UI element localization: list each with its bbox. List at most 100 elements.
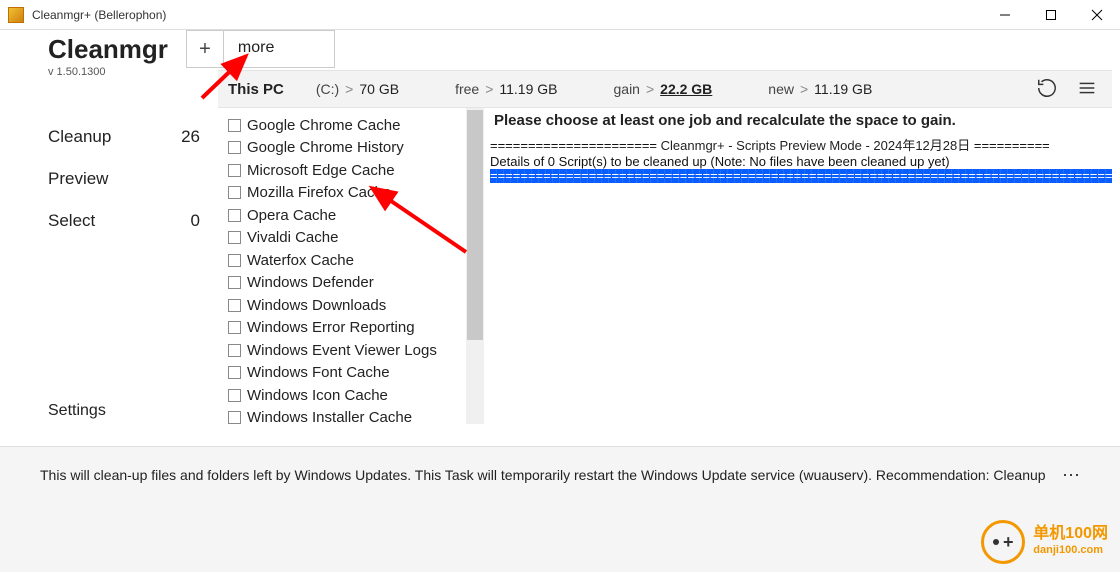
job-checkbox[interactable] <box>228 141 241 154</box>
job-label: Waterfox Cache <box>247 252 354 269</box>
window-controls <box>982 0 1120 30</box>
nav-select-count: 0 <box>191 211 200 231</box>
job-list[interactable]: Google Chrome Cache Google Chrome History… <box>218 108 480 424</box>
watermark-line2: danji100.com <box>1033 542 1108 558</box>
nav-cleanup-label: Cleanup <box>48 127 111 147</box>
arrow-gt-icon: > <box>485 81 493 97</box>
stat-drive: (C:) > 70 GB <box>316 81 399 97</box>
nav-preview[interactable]: Preview <box>48 158 218 200</box>
job-row[interactable]: Microsoft Edge Cache <box>228 159 476 182</box>
arrow-gt-icon: > <box>345 81 353 97</box>
job-label: Microsoft Edge Cache <box>247 162 395 179</box>
job-checkbox[interactable] <box>228 321 241 334</box>
job-row[interactable]: Windows Font Cache <box>228 362 476 385</box>
header-row: Cleanmgr + more <box>0 30 1120 70</box>
job-checkbox[interactable] <box>228 344 241 357</box>
left-nav: Cleanup 26 Preview Select 0 <box>0 108 218 242</box>
job-row[interactable]: Vivaldi Cache <box>228 227 476 250</box>
bottom-help-bar: This will clean-up files and folders lef… <box>0 446 1120 572</box>
arrow-gt-icon: > <box>646 81 654 97</box>
watermark: + 单机100网 danji100.com <box>981 520 1108 564</box>
bottom-help-text: This will clean-up files and folders lef… <box>40 465 1062 572</box>
nav-select[interactable]: Select 0 <box>48 200 218 242</box>
job-label: Windows Downloads <box>247 297 386 314</box>
job-label: Mozilla Firefox Cache <box>247 184 391 201</box>
tab-more[interactable]: more <box>224 30 335 68</box>
job-row[interactable]: Windows Icon Cache <box>228 384 476 407</box>
maximize-button[interactable] <box>1028 0 1074 30</box>
stat-gain-key: gain <box>614 81 640 97</box>
job-label: Windows Error Reporting <box>247 319 415 336</box>
stat-new-val: 11.19 GB <box>814 81 872 97</box>
job-row[interactable]: Windows Event Viewer Logs <box>228 339 476 362</box>
job-checkbox[interactable] <box>228 186 241 199</box>
job-row[interactable]: Opera Cache <box>228 204 476 227</box>
arrow-gt-icon: > <box>800 81 808 97</box>
hamburger-icon[interactable] <box>1076 77 1098 102</box>
job-checkbox[interactable] <box>228 164 241 177</box>
job-checkbox[interactable] <box>228 366 241 379</box>
job-label: Vivaldi Cache <box>247 229 338 246</box>
job-label: Windows Event Viewer Logs <box>247 342 437 359</box>
stat-free-val: 11.19 GB <box>499 81 557 97</box>
nav-preview-label: Preview <box>48 169 108 189</box>
job-list-scrollbar[interactable] <box>466 108 484 424</box>
job-row[interactable]: Windows Defender <box>228 272 476 295</box>
nav-cleanup[interactable]: Cleanup 26 <box>48 116 218 158</box>
job-row[interactable]: Mozilla Firefox Cache <box>228 182 476 205</box>
job-label: Windows Font Cache <box>247 364 390 381</box>
stat-new: new > 11.19 GB <box>768 81 872 97</box>
stat-drive-val: 70 GB <box>359 81 399 97</box>
stat-gain: gain > 22.2 GB <box>614 81 713 97</box>
job-label: Windows Installer Cache <box>247 409 412 424</box>
close-button[interactable] <box>1074 0 1120 30</box>
title-bar: Cleanmgr+ (Bellerophon) <box>0 0 1120 30</box>
job-row[interactable]: Waterfox Cache <box>228 249 476 272</box>
stat-drive-key: (C:) <box>316 81 339 97</box>
job-label: Windows Icon Cache <box>247 387 388 404</box>
job-row[interactable]: Windows Downloads <box>228 294 476 317</box>
job-checkbox[interactable] <box>228 276 241 289</box>
preview-details: Details of 0 Script(s) to be cleaned up … <box>490 154 1112 169</box>
window-title: Cleanmgr+ (Bellerophon) <box>32 8 982 22</box>
job-row[interactable]: Google Chrome Cache <box>228 114 476 137</box>
blue-eq-text: ========================================… <box>490 168 1112 183</box>
job-label: Google Chrome Cache <box>247 117 400 134</box>
banner-eq-left: ====================== <box>490 138 657 153</box>
app-icon <box>8 7 24 23</box>
job-checkbox[interactable] <box>228 389 241 402</box>
nav-cleanup-count: 26 <box>181 127 200 147</box>
job-label: Opera Cache <box>247 207 336 224</box>
stat-free: free > 11.19 GB <box>455 81 557 97</box>
stat-new-key: new <box>768 81 794 97</box>
app-name: Cleanmgr <box>48 34 168 65</box>
job-checkbox[interactable] <box>228 411 241 424</box>
job-checkbox[interactable] <box>228 254 241 267</box>
preview-selected-row[interactable]: ========================================… <box>490 169 1112 183</box>
stat-free-key: free <box>455 81 479 97</box>
preview-instruction: Please choose at least one job and recal… <box>490 108 1112 135</box>
watermark-text: 单机100网 danji100.com <box>1033 526 1108 558</box>
job-label: Google Chrome History <box>247 139 404 156</box>
job-row[interactable]: Google Chrome History <box>228 137 476 160</box>
job-checkbox[interactable] <box>228 119 241 132</box>
preview-pane: Please choose at least one job and recal… <box>490 108 1112 183</box>
watermark-icon: + <box>981 520 1025 564</box>
stat-gain-val[interactable]: 22.2 GB <box>660 81 712 97</box>
stats-scope: This PC <box>228 81 284 98</box>
refresh-icon[interactable] <box>1036 77 1058 102</box>
job-checkbox[interactable] <box>228 231 241 244</box>
job-row[interactable]: Windows Installer Cache <box>228 407 476 425</box>
job-row[interactable]: Windows Error Reporting <box>228 317 476 340</box>
job-label: Windows Defender <box>247 274 374 291</box>
add-tab-button[interactable]: + <box>186 30 224 68</box>
job-checkbox[interactable] <box>228 299 241 312</box>
nav-select-label: Select <box>48 211 95 231</box>
job-checkbox[interactable] <box>228 209 241 222</box>
minimize-button[interactable] <box>982 0 1028 30</box>
watermark-line1: 单机100网 <box>1033 526 1108 542</box>
nav-settings[interactable]: Settings <box>48 402 106 420</box>
scrollbar-thumb[interactable] <box>467 110 483 340</box>
stats-bar: This PC (C:) > 70 GB free > 11.19 GB gai… <box>218 70 1112 108</box>
banner-mid: Cleanmgr+ - Scripts Preview Mode - 2024年… <box>657 138 974 153</box>
